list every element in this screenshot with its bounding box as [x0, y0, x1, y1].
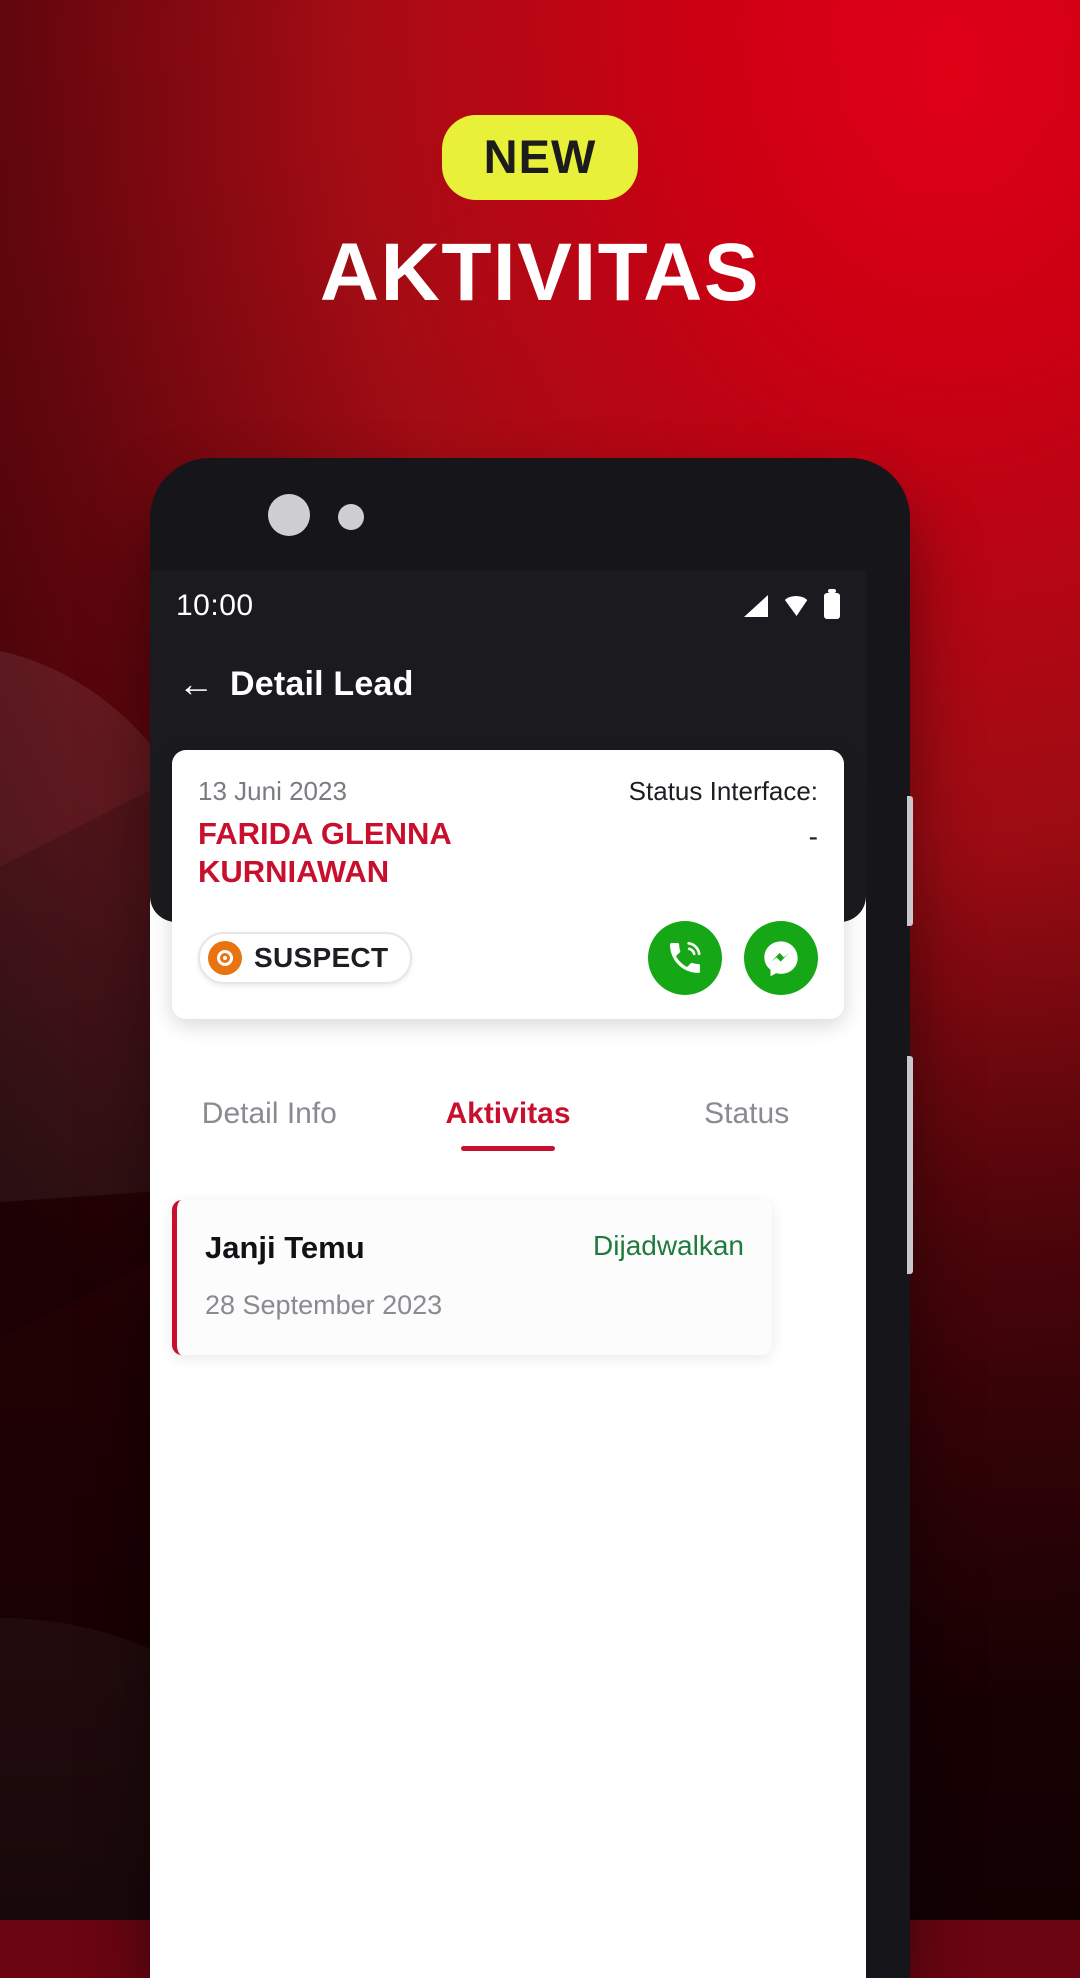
status-interface-value: - [808, 821, 818, 852]
lead-card-name-row: FARIDA GLENNA KURNIAWAN - [198, 815, 818, 891]
status-bar-time: 10:00 [176, 589, 254, 622]
tab-status[interactable]: Status [627, 1097, 866, 1131]
lead-card-top-row: 13 Juni 2023 Status Interface: [198, 776, 818, 807]
camera-lens-small-icon [338, 504, 364, 530]
lead-summary-card: 13 Juni 2023 Status Interface: FARIDA GL… [172, 750, 844, 1019]
tab-bar: Detail Info Aktivitas Status [150, 1068, 866, 1160]
wifi-icon [782, 596, 810, 616]
phone-bezel-top [150, 458, 910, 538]
activity-card[interactable]: Janji Temu Dijadwalkan 28 September 2023 [172, 1200, 772, 1355]
status-bar: 10:00 [150, 570, 866, 642]
activity-status: Dijadwalkan [593, 1230, 744, 1261]
activity-date: 28 September 2023 [205, 1290, 443, 1320]
lead-date: 13 Juni 2023 [198, 776, 347, 806]
back-arrow-icon[interactable]: ← [178, 666, 214, 702]
tab-aktivitas[interactable]: Aktivitas [389, 1097, 628, 1131]
status-interface-label: Status Interface: [628, 776, 818, 806]
lead-name: FARIDA GLENNA KURNIAWAN [198, 816, 451, 889]
phone-icon [670, 941, 701, 973]
message-button[interactable] [744, 920, 818, 995]
hero-section: NEW AKTIVITAS [0, 0, 1080, 314]
volume-button[interactable] [907, 796, 913, 926]
tab-detail-info[interactable]: Detail Info [150, 1097, 389, 1131]
activity-title: Janji Temu [205, 1230, 365, 1265]
activity-card-header: Janji Temu Dijadwalkan [205, 1230, 744, 1266]
power-button[interactable] [907, 1056, 913, 1274]
phone-mockup: 10:00 ← Detail Lead 13 Juni 2023 Status … [150, 458, 913, 1978]
lead-card-bottom-row: SUSPECT [198, 920, 818, 995]
phone-screen: 10:00 ← Detail Lead 13 Juni 2023 Status … [150, 570, 866, 1978]
signal-icon [744, 595, 768, 617]
status-badge-label: SUSPECT [254, 941, 389, 973]
battery-icon [824, 589, 840, 619]
status-badge[interactable]: SUSPECT [198, 931, 413, 984]
app-bar: ← Detail Lead [150, 648, 866, 720]
status-bar-icons [744, 589, 840, 619]
page-title: AKTIVITAS [319, 227, 761, 318]
call-button[interactable] [648, 920, 722, 995]
messenger-icon [764, 940, 798, 976]
new-badge: NEW [441, 115, 639, 200]
camera-lens-large-icon [268, 494, 310, 536]
lead-actions [648, 920, 818, 995]
app-bar-title: Detail Lead [230, 664, 414, 703]
target-icon [208, 940, 242, 975]
